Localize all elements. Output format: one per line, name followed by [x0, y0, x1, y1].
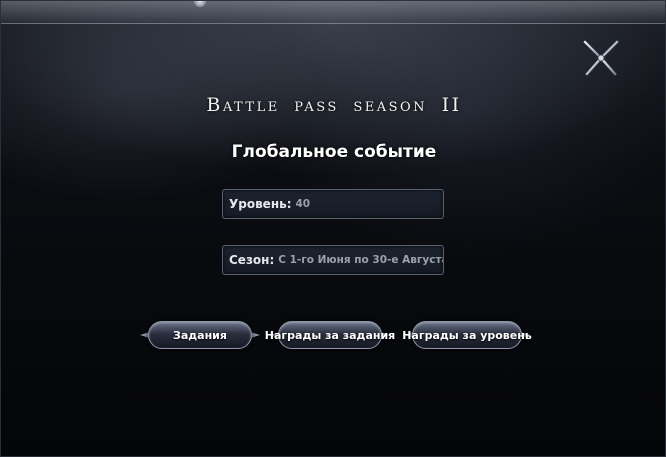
tasks-button[interactable]: Задания [138, 321, 262, 349]
battle-pass-window: Battle pass season II Глобальное событие… [0, 0, 666, 457]
task-rewards-button-label: Награды за задания [265, 321, 395, 349]
page-title: Battle pass season II [206, 94, 462, 116]
window-top-bar [1, 1, 665, 24]
close-button[interactable] [579, 37, 623, 79]
close-icon [582, 39, 620, 77]
level-label: Уровень: [229, 197, 292, 211]
tasks-button-label: Задания [148, 321, 252, 349]
page-subtitle: Глобальное событие [231, 142, 437, 162]
ornament-icon [193, 1, 207, 7]
level-value: 40 [295, 198, 311, 210]
task-rewards-button[interactable]: Награды за задания [265, 321, 395, 349]
season-value: С 1-го Июня по 30-е Августа [278, 254, 444, 266]
level-rewards-button[interactable]: Награды за уровень [402, 321, 532, 349]
season-label: Сезон: [229, 253, 275, 267]
season-field: Сезон: С 1-го Июня по 30-е Августа [222, 245, 444, 275]
level-rewards-button-label: Награды за уровень [402, 321, 532, 349]
level-field: Уровень: 40 [222, 189, 444, 219]
